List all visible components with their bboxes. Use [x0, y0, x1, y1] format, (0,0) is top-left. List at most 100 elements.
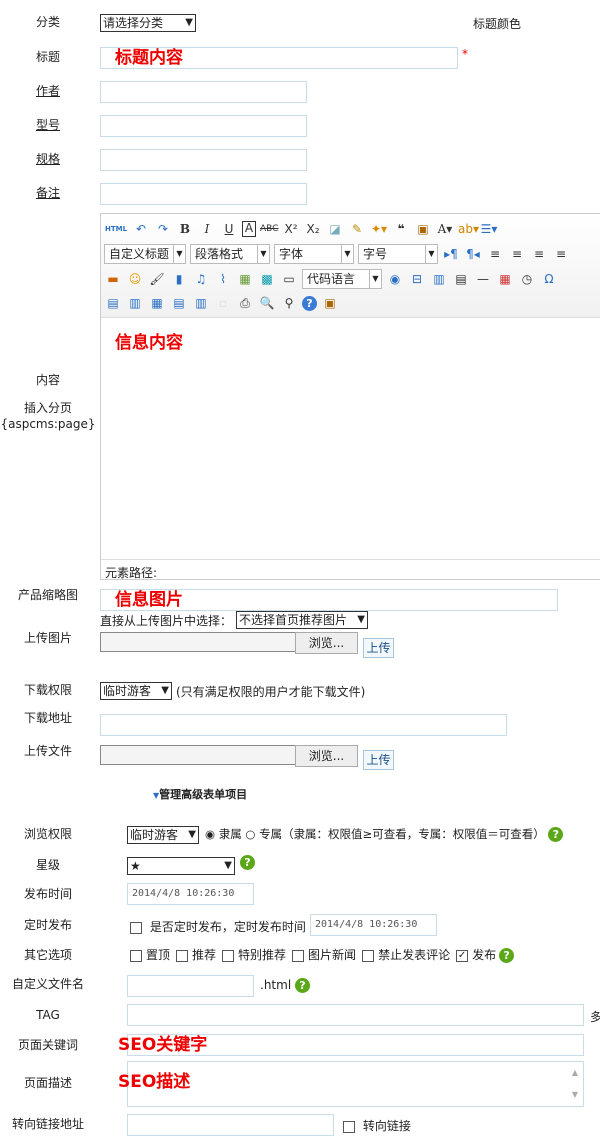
video-icon[interactable]: ▮	[170, 271, 188, 287]
thumb-input[interactable]: 信息图片	[100, 589, 558, 611]
magic-wand-icon[interactable]: ✦▾	[370, 221, 388, 237]
editor-content-area[interactable]: 信息内容	[101, 319, 600, 559]
bold-icon[interactable]: B	[176, 221, 194, 237]
underline-icon[interactable]: U	[220, 221, 238, 237]
option-checkbox[interactable]	[292, 949, 305, 962]
page-break-icon[interactable]: ⊟	[408, 271, 426, 287]
download-perm-select[interactable]: 临时游客 ▼	[100, 682, 172, 700]
description-textarea[interactable]: SEO描述 ▲ ▼	[118, 1061, 584, 1107]
radio-exclusive[interactable]: ○	[245, 827, 255, 841]
option-checkbox[interactable]	[130, 949, 142, 962]
image-file-input[interactable]	[100, 632, 296, 652]
time-icon[interactable]: ◷	[518, 271, 536, 287]
view-perm-select[interactable]: 临时游客 ▼	[127, 826, 199, 844]
align-right-icon[interactable]: ≡	[552, 246, 570, 262]
special-char-icon[interactable]: Ω	[540, 271, 558, 287]
subscript-icon[interactable]: X₂	[304, 221, 322, 237]
pub-time-input[interactable]: 2014/4/8 10:26:30	[127, 883, 254, 905]
keywords-input[interactable]: SEO关键字	[118, 1034, 584, 1056]
horizontal-rule-icon[interactable]: —	[474, 271, 492, 287]
merge-cols-icon[interactable]: ▥	[192, 295, 210, 311]
model-input[interactable]	[100, 115, 307, 137]
author-input[interactable]	[100, 81, 307, 103]
option-checkbox[interactable]: ✓	[456, 949, 469, 962]
eraser-icon[interactable]: ◪	[326, 221, 344, 237]
map-icon[interactable]: ▩	[258, 271, 276, 287]
font-color-icon[interactable]: A▾	[436, 221, 454, 237]
html-source-button[interactable]: HTML	[104, 221, 128, 237]
table-icon[interactable]: ▦	[148, 295, 166, 311]
custom-filename-input[interactable]	[127, 975, 254, 997]
indent-icon[interactable]: ≡	[486, 246, 504, 262]
category-select[interactable]: 请选择分类 ▼	[100, 14, 196, 32]
superscript-icon[interactable]: X²	[282, 221, 300, 237]
help-icon[interactable]: ?	[499, 948, 515, 963]
browse-file-button[interactable]: 浏览...	[295, 745, 358, 767]
upload-image-button[interactable]: 上传	[363, 638, 394, 658]
note-input[interactable]	[100, 183, 307, 205]
option-checkbox[interactable]	[176, 949, 189, 962]
web-icon[interactable]: ◉	[386, 271, 404, 287]
italic-icon[interactable]: I	[198, 221, 216, 237]
paragraph-dropdown[interactable]: 段落格式 ▼	[190, 244, 270, 264]
code-language-dropdown[interactable]: 代码语言 ▼	[302, 269, 382, 289]
paste-text-icon[interactable]: ▣	[414, 221, 432, 237]
star-select[interactable]: ★ ▼	[127, 857, 235, 875]
advanced-toggle[interactable]: ▼管理高级表单项目	[153, 786, 247, 802]
align-left-icon[interactable]: ≡	[508, 246, 526, 262]
music-icon[interactable]: ♫	[192, 271, 210, 287]
title-input[interactable]: 标题内容	[100, 47, 458, 69]
paste-icon[interactable]: ▣	[321, 295, 339, 311]
merge-rows-icon[interactable]: ▤	[170, 295, 188, 311]
upload-file-button[interactable]: 上传	[363, 750, 394, 770]
print-icon[interactable]: ⎙	[236, 295, 254, 311]
help-icon[interactable]: ?	[302, 295, 317, 311]
homepage-image-select[interactable]: 不选择首页推荐图片 ▼	[236, 611, 368, 629]
strikethrough-icon[interactable]: ABC	[260, 221, 278, 237]
help-icon[interactable]: ?	[240, 855, 255, 870]
font-dropdown[interactable]: 字体 ▼	[274, 244, 354, 264]
date-icon[interactable]: ▦	[496, 271, 514, 287]
format-brush-icon[interactable]: ✎	[348, 221, 366, 237]
font-border-icon[interactable]: A	[242, 221, 256, 237]
undo-icon[interactable]: ↶	[132, 221, 150, 237]
ordered-list-icon[interactable]: ☰▾	[480, 221, 498, 237]
option-checkbox[interactable]	[362, 949, 375, 962]
ltr-icon[interactable]: ▸¶	[442, 246, 460, 262]
custom-title-dropdown[interactable]: 自定义标题 ▼	[104, 244, 186, 264]
redirect-input[interactable]	[127, 1114, 334, 1136]
font-size-dropdown[interactable]: 字号 ▼	[358, 244, 438, 264]
spec-input[interactable]	[100, 149, 307, 171]
file-input[interactable]	[100, 745, 296, 765]
template-icon[interactable]: ▥	[430, 271, 448, 287]
help-icon[interactable]: ?	[294, 978, 310, 993]
tag-label: TAG	[36, 1008, 60, 1022]
radio-belong[interactable]: ◉	[205, 827, 215, 841]
help-icon[interactable]: ?	[548, 827, 564, 842]
insert-col-icon[interactable]: ▥	[126, 295, 144, 311]
wordimage-icon[interactable]: ▤	[452, 271, 470, 287]
attachment-icon[interactable]: ⌇	[214, 271, 232, 287]
image-icon[interactable]: ▬	[104, 271, 122, 287]
download-url-input[interactable]	[100, 714, 507, 736]
redo-icon[interactable]: ↷	[154, 221, 172, 237]
option-checkbox[interactable]	[222, 949, 235, 962]
timed-pub-input[interactable]: 2014/4/8 10:26:30	[310, 914, 437, 936]
search-replace-icon[interactable]: ⚲	[280, 295, 298, 311]
iframe-icon[interactable]: ▭	[280, 271, 298, 287]
align-center-icon[interactable]: ≡	[530, 246, 548, 262]
redirect-checkbox[interactable]	[343, 1120, 355, 1133]
scrawl-icon[interactable]: 🖌	[148, 271, 166, 287]
rtl-icon[interactable]: ¶◂	[464, 246, 482, 262]
image-gallery-icon[interactable]: ▦	[236, 271, 254, 287]
browse-image-button[interactable]: 浏览...	[295, 632, 358, 654]
preview-icon[interactable]: 🔍	[258, 295, 276, 311]
blockquote-icon[interactable]: ❝	[392, 221, 410, 237]
emoticon-icon[interactable]: ☺	[126, 271, 144, 287]
insert-row-icon[interactable]: ▤	[104, 295, 122, 311]
timed-pub-checkbox[interactable]	[130, 921, 142, 934]
delete-table-icon[interactable]: ▫	[214, 295, 232, 311]
highlight-icon[interactable]: ab▾	[458, 221, 479, 237]
scrollbar[interactable]: ▲ ▼	[567, 1062, 583, 1106]
tag-input[interactable]	[127, 1004, 584, 1026]
